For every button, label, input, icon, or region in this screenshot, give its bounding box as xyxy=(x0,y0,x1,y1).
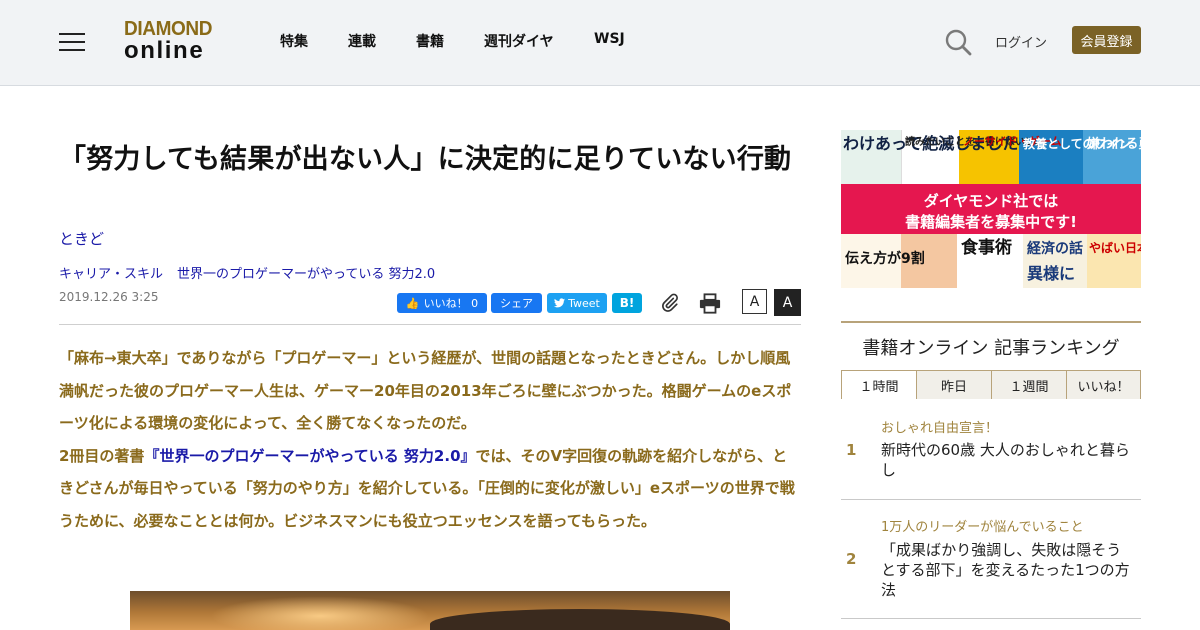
ranking-number: 1 xyxy=(846,441,857,459)
ranking-number: 2 xyxy=(846,550,857,568)
ranking-article-title: 「成果ばかり強調し、失敗は隠そうとする部下」を変えるたった1つの方法 xyxy=(881,541,1130,599)
tab-1-week[interactable]: １週間 xyxy=(991,371,1066,399)
facebook-like-button[interactable]: 👍 いいね！ 0 xyxy=(397,293,487,313)
ranking-article-title: 新時代の60歳 大人のおしゃれと暮らし xyxy=(881,441,1130,479)
font-size-large-button[interactable]: A xyxy=(774,289,801,316)
banner-book-6: 伝え方が9割 xyxy=(845,251,925,267)
facebook-share-button[interactable]: シェア xyxy=(491,293,542,313)
ranking-top-border xyxy=(841,321,1141,323)
search-icon[interactable] xyxy=(944,28,972,56)
banner-line-2: 書籍編集者を募集中です! xyxy=(905,213,1077,231)
tab-1-hour[interactable]: １時間 xyxy=(841,371,916,399)
logo-top-text: DIAMOND xyxy=(124,18,213,40)
thumbs-up-icon: 👍 xyxy=(405,296,420,310)
book-title-link[interactable]: 『世界一のプロゲーマーがやっている 努力2.0』 xyxy=(144,447,475,465)
banner-line-1: ダイヤモンド社では xyxy=(923,192,1059,210)
article-divider xyxy=(59,324,801,325)
article-lead: 「麻布→東大卒」でありながら「プロゲーマー」という経歴が、世間の話題となったとき… xyxy=(59,342,801,537)
banner-book-7: 食事術 xyxy=(961,238,1012,258)
login-link[interactable]: ログイン xyxy=(995,32,1047,51)
site-logo[interactable]: DIAMOND online xyxy=(124,19,228,63)
breadcrumb: キャリア・スキル 世界一のプロゲーマーがやっている 努力2.0 xyxy=(59,263,435,282)
ranking-series: おしゃれ自由宣言！ xyxy=(881,421,999,436)
site-header: DIAMOND online 特集 連載 書籍 週刊ダイヤ WSJ ログイン 会… xyxy=(0,0,1200,86)
hamburger-menu-icon[interactable] xyxy=(59,31,85,53)
ranking-tabs: １時間 昨日 １週間 いいね！ xyxy=(841,370,1141,399)
publish-date: 2019.12.26 3:25 xyxy=(59,290,159,304)
hatena-bookmark-button[interactable]: B! xyxy=(612,293,642,313)
banner-book-8: 経済の話 xyxy=(1027,241,1083,257)
tweet-label: Tweet xyxy=(568,296,600,310)
series-link[interactable]: 世界一のプロゲーマーがやっている 努力2.0 xyxy=(177,267,435,282)
paperclip-icon[interactable] xyxy=(659,293,680,313)
ranking-title: 書籍オンライン 記事ランキング xyxy=(862,338,1120,359)
category-link[interactable]: キャリア・スキル xyxy=(59,267,163,282)
recruit-band: ダイヤモンド社では 書籍編集者を募集中です! xyxy=(841,184,1141,234)
nav-item-weekly-diamond[interactable]: 週刊ダイヤ xyxy=(484,31,554,51)
font-size-small-button[interactable]: A xyxy=(742,289,767,314)
lead-paragraph-2-prefix: 2冊目の著書 xyxy=(59,446,145,465)
tab-yesterday[interactable]: 昨日 xyxy=(916,371,991,399)
ranking-series: 1万人のリーダーが悩んでいること xyxy=(881,520,1084,535)
facebook-like-label: いいね！ 0 xyxy=(423,297,479,310)
ranking-item-1[interactable]: 1 おしゃれ自由宣言！ 新時代の60歳 大人のおしゃれと暮らし xyxy=(841,410,1141,500)
lead-paragraph-1: 「麻布→東大卒」でありながら「プロゲーマー」という経歴が、世間の話題となったとき… xyxy=(59,349,792,432)
article-title: 「努力しても結果が出ない人」に決定的に足りていない行動 xyxy=(59,144,792,175)
nav-item-wsj[interactable]: WSJ xyxy=(594,31,625,47)
banner-book-5: 嫌われる勇気 xyxy=(1087,137,1141,152)
tab-likes[interactable]: いいね！ xyxy=(1066,371,1141,399)
lead-paragraph-2: 2冊目の著書『世界一のプロゲーマーがやっている 努力2.0』では、そのV字回復の… xyxy=(59,440,801,538)
nav-item-feature[interactable]: 特集 xyxy=(280,31,308,51)
nav-item-series[interactable]: 連載 xyxy=(348,31,376,51)
ranking-item-2[interactable]: 2 1万人のリーダーが悩んでいること 「成果ばかり強調し、失敗は隠そうとする部下… xyxy=(841,500,1141,619)
banner-book-9: やばい日本史 xyxy=(1089,241,1141,255)
nav-item-books[interactable]: 書籍 xyxy=(416,31,444,51)
author-link[interactable]: ときど xyxy=(59,228,104,249)
tweet-button[interactable]: Tweet xyxy=(547,293,607,313)
banner-book-10: 異様に xyxy=(1027,264,1076,283)
logo-bottom-text: online xyxy=(124,37,205,64)
print-icon[interactable] xyxy=(699,293,721,314)
register-button[interactable]: 会員登録 xyxy=(1072,26,1141,54)
twitter-bird-icon xyxy=(554,298,566,308)
article-hero-image xyxy=(130,591,730,630)
recruit-banner[interactable]: わけあって絶滅しました 読みたいことを、書けばいい。 ノーサイド・ゲーム 教養と… xyxy=(841,130,1141,288)
